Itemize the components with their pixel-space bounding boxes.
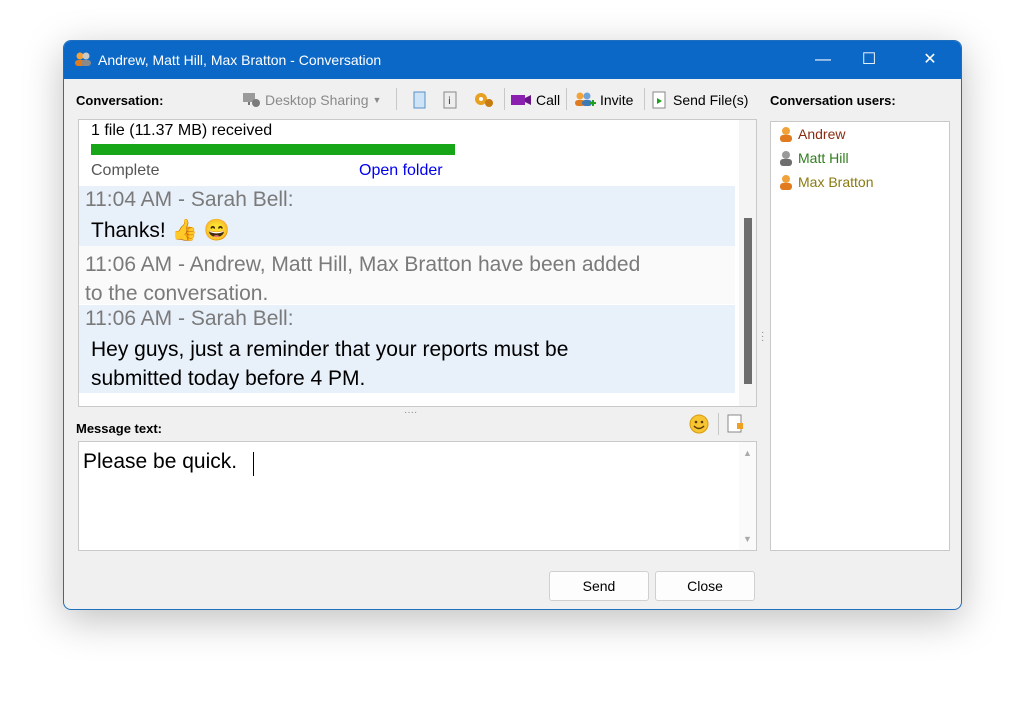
minimize-button[interactable]: —: [800, 41, 846, 79]
users-icon: [75, 52, 91, 66]
info-button[interactable]: i: [441, 88, 461, 112]
window-title: Andrew, Matt Hill, Max Bratton - Convers…: [98, 52, 382, 68]
system-message: 11:06 AM - Andrew, Matt Hill, Max Bratto…: [85, 250, 640, 308]
scroll-down-icon[interactable]: ▼: [743, 534, 752, 544]
file-transfer-progress-fill: [91, 144, 455, 155]
format-button[interactable]: [726, 413, 746, 440]
conversation-window: Andrew, Matt Hill, Max Bratton - Convers…: [63, 40, 962, 610]
horizontal-splitter-grip[interactable]: ····: [404, 407, 417, 418]
open-folder-link[interactable]: Open folder: [359, 162, 443, 180]
user-name: Max Bratton: [798, 174, 874, 190]
message-body: Hey guys, just a reminder that your repo…: [91, 335, 568, 393]
conversation-label: Conversation:: [76, 93, 164, 108]
smiley-icon: [689, 414, 709, 434]
message-item: 11:06 AM - Sarah Bell: Hey guys, just a …: [79, 305, 735, 393]
message-input-value[interactable]: Please be quick.: [83, 450, 237, 474]
user-item-max-bratton[interactable]: Max Bratton: [779, 174, 873, 190]
invite-label: Invite: [600, 92, 634, 108]
monitor-icon: [243, 93, 260, 107]
message-header: 11:04 AM - Sarah Bell:: [85, 188, 294, 211]
send-file-icon: [652, 91, 666, 109]
maximize-button[interactable]: ☐: [846, 41, 892, 79]
thumbs-up-smile-emoji: 👍 😄: [171, 219, 230, 242]
message-input[interactable]: Please be quick. ▲ ▼: [78, 441, 757, 551]
toolbar-separator: [396, 88, 397, 110]
gears-icon: [475, 93, 493, 107]
toolbar-separator: [644, 88, 645, 110]
system-message-line: to the conversation.: [85, 282, 269, 305]
message-input-scrollbar[interactable]: ▲ ▼: [739, 442, 756, 550]
message-header: 11:06 AM - Sarah Bell:: [85, 307, 294, 330]
user-icon: [780, 151, 792, 166]
send-files-label: Send File(s): [673, 92, 749, 108]
chevron-down-icon: ▼: [372, 95, 382, 105]
file-transfer-status: 1 file (11.37 MB) received: [91, 122, 273, 139]
message-text-line: submitted today before 4 PM.: [91, 367, 366, 390]
document-info-icon: i: [443, 91, 457, 109]
close-button[interactable]: Close: [655, 571, 755, 601]
title-bar[interactable]: Andrew, Matt Hill, Max Bratton - Convers…: [64, 41, 961, 79]
chat-scrollbar-thumb[interactable]: [744, 218, 752, 384]
user-item-matt-hill[interactable]: Matt Hill: [779, 150, 849, 166]
add-users-icon: [575, 92, 596, 106]
call-label: Call: [536, 92, 561, 108]
message-text-line: Hey guys, just a reminder that your repo…: [91, 338, 569, 361]
message-text-label: Message text:: [76, 421, 162, 436]
message-item: 11:04 AM - Sarah Bell: Thanks! 👍 😄: [79, 186, 735, 246]
svg-text:i: i: [448, 96, 451, 107]
message-body: Thanks! 👍 😄: [91, 216, 230, 245]
text-cursor: [253, 452, 254, 476]
call-button[interactable]: Call: [510, 88, 560, 112]
vertical-splitter-grip[interactable]: · · ·: [761, 328, 765, 346]
user-icon: [780, 127, 792, 142]
video-camera-icon: [511, 95, 531, 105]
user-name: Andrew: [798, 126, 846, 142]
chat-history[interactable]: 1 file (11.37 MB) received Complete Open…: [78, 119, 757, 407]
conversation-users-list: Andrew Matt Hill Max Bratton: [770, 121, 950, 551]
message-text: Thanks!: [91, 219, 166, 242]
user-name: Matt Hill: [798, 150, 849, 166]
close-window-button[interactable]: ✕: [907, 41, 953, 79]
user-icon: [780, 175, 792, 190]
desktop-sharing-button[interactable]: Desktop Sharing ▼: [241, 88, 381, 112]
emoji-button[interactable]: [688, 413, 710, 440]
system-message-line: 11:06 AM - Andrew, Matt Hill, Max Bratto…: [85, 253, 641, 276]
settings-button[interactable]: [473, 88, 495, 112]
toolbar-separator: [504, 88, 505, 110]
document-edit-icon: [727, 414, 743, 433]
chat-scrollbar[interactable]: [739, 120, 756, 406]
notebook-icon: [413, 91, 426, 109]
file-transfer-state: Complete: [91, 162, 160, 179]
file-transfer-progress-track: [91, 144, 455, 155]
invite-button[interactable]: Invite: [574, 88, 633, 112]
send-files-button[interactable]: Send File(s): [651, 88, 748, 112]
conversation-users-label: Conversation users:: [770, 93, 896, 108]
scroll-up-icon[interactable]: ▲: [743, 448, 752, 458]
toolbar-separator: [718, 413, 719, 435]
notes-button[interactable]: [411, 88, 429, 112]
toolbar-separator: [566, 88, 567, 110]
message-item: 11:06 AM - Andrew, Matt Hill, Max Bratto…: [79, 246, 735, 305]
user-item-andrew[interactable]: Andrew: [779, 126, 845, 142]
desktop-sharing-label: Desktop Sharing: [265, 92, 369, 108]
send-button[interactable]: Send: [549, 571, 649, 601]
